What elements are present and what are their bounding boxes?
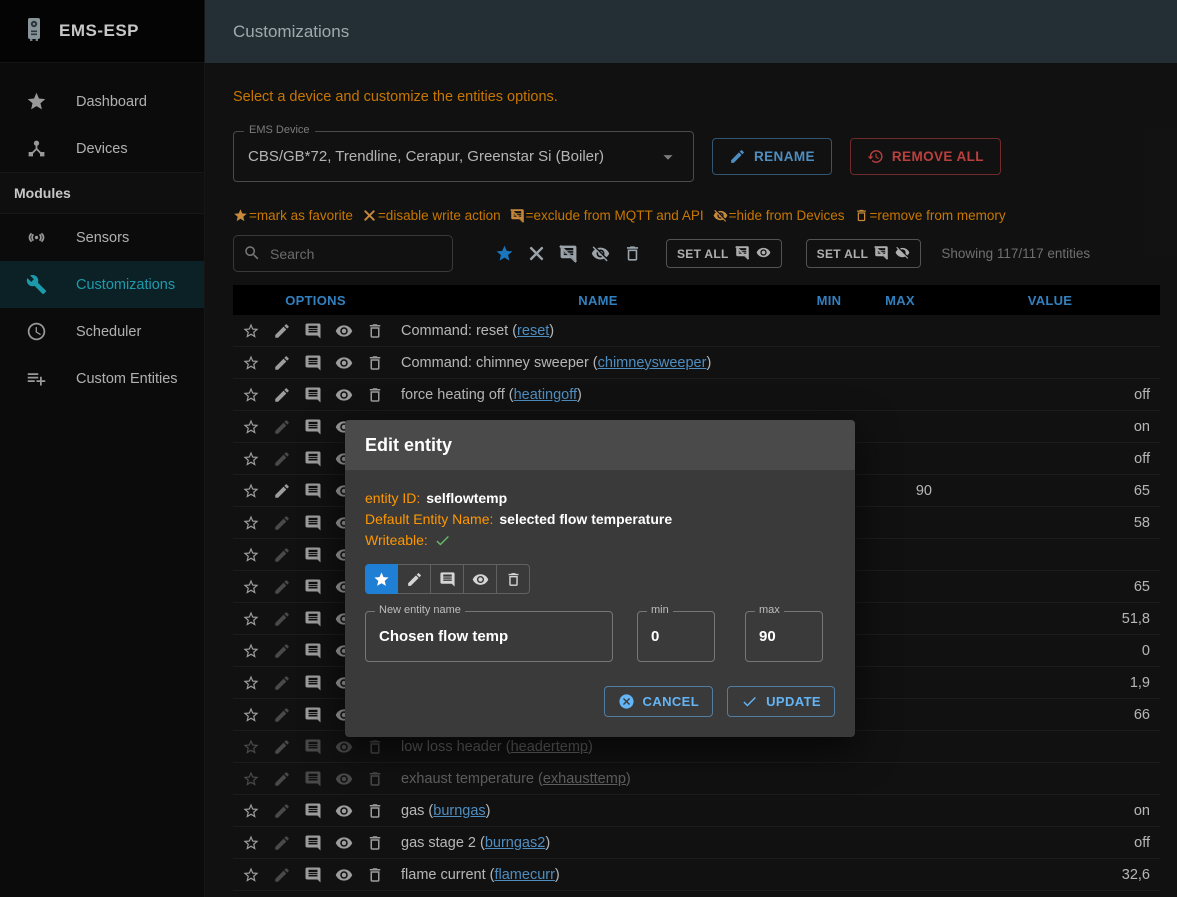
dialog-fields: New entity name Chosen flow temp min 0 m… <box>365 611 835 662</box>
max-field[interactable]: max 90 <box>745 611 823 662</box>
default-name-value: selected flow temperature <box>499 509 672 530</box>
update-button[interactable]: UPDATE <box>727 686 835 717</box>
entity-id-value: selflowtemp <box>426 488 507 509</box>
favorite-toggle[interactable] <box>365 564 398 594</box>
dialog-title: Edit entity <box>345 420 855 470</box>
entity-id-label: entity ID: <box>365 488 420 509</box>
mqtt-exclude-toggle[interactable] <box>431 564 464 594</box>
entity-option-toggles <box>365 564 530 594</box>
disable-write-toggle[interactable] <box>398 564 431 594</box>
dialog-actions: CANCEL UPDATE <box>365 686 835 717</box>
writeable-check-icon <box>434 532 451 549</box>
dialog-body: entity ID: selflowtemp Default Entity Nam… <box>345 470 855 737</box>
default-name-label: Default Entity Name: <box>365 509 493 530</box>
edit-entity-dialog: Edit entity entity ID: selflowtemp Defaul… <box>345 420 855 737</box>
cancel-icon <box>618 693 635 710</box>
min-field[interactable]: min 0 <box>637 611 715 662</box>
new-entity-name-field[interactable]: New entity name Chosen flow temp <box>365 611 613 662</box>
writeable-label: Writeable: <box>365 530 428 551</box>
cancel-button[interactable]: CANCEL <box>604 686 714 717</box>
hide-toggle[interactable] <box>464 564 497 594</box>
check-icon <box>741 693 758 710</box>
remove-toggle[interactable] <box>497 564 530 594</box>
